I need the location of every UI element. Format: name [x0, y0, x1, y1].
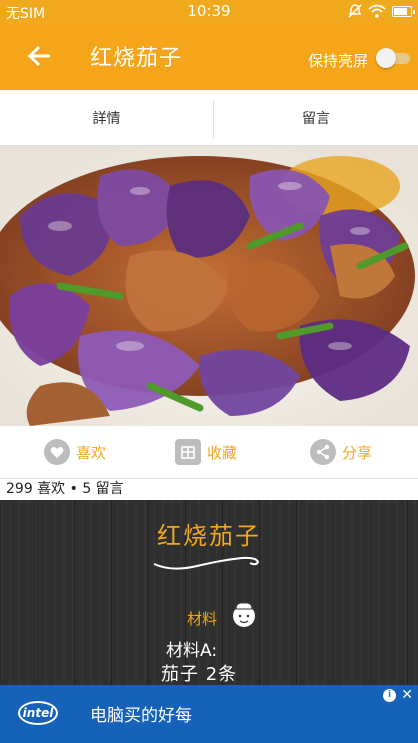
- recipe-section: 红烧茄子 材料 材料A: 茄子 2条: [0, 500, 418, 685]
- keep-screen-toggle[interactable]: [376, 48, 410, 68]
- status-icons: [348, 4, 415, 18]
- like-button[interactable]: 喜欢: [44, 436, 106, 468]
- dish-photo: [0, 146, 418, 426]
- share-label: 分享: [342, 443, 373, 462]
- ad-text: 电脑买的好每: [90, 706, 192, 726]
- mute-icon: [348, 4, 362, 18]
- page-title: 红烧茄子: [90, 46, 183, 71]
- like-label: 喜欢: [76, 443, 107, 462]
- collect-label: 收藏: [207, 443, 238, 462]
- battery-icon: [392, 5, 415, 17]
- flourish-divider: [153, 556, 260, 570]
- recipe-title: 红烧茄子: [157, 522, 261, 550]
- app-bar: 红烧茄子 保持亮屏: [0, 24, 418, 90]
- tab-comments[interactable]: 留言: [214, 90, 418, 146]
- intel-logo: intel: [18, 701, 58, 725]
- collect-box-icon: [175, 439, 201, 465]
- ad-info-icon[interactable]: i: [383, 689, 396, 702]
- ad-banner[interactable]: intel 电脑买的好每 i ✕: [0, 685, 418, 743]
- close-icon[interactable]: ✕: [401, 687, 413, 703]
- ingredient-line: 茄子 2条: [161, 664, 238, 685]
- share-button[interactable]: 分享: [310, 436, 372, 468]
- tab-details[interactable]: 詳情: [0, 90, 213, 146]
- keep-screen-label: 保持亮屏: [307, 52, 368, 70]
- action-row: 喜欢 收藏 分享: [0, 426, 418, 478]
- tab-bar: 詳情 留言: [0, 90, 418, 231]
- chef-icon: [233, 602, 255, 627]
- materials-a-label: 材料A:: [166, 641, 218, 661]
- back-arrow-icon[interactable]: [22, 38, 58, 74]
- wifi-icon: [368, 4, 386, 18]
- likes-comments-count: 299 喜欢 • 5 留言: [0, 478, 418, 500]
- collect-button[interactable]: 收藏: [175, 436, 237, 468]
- share-icon: [310, 439, 336, 465]
- toggle-knob: [376, 48, 396, 68]
- status-bar: 无SIM 10:39: [0, 0, 418, 24]
- heart-icon: [44, 439, 70, 465]
- materials-heading: 材料: [187, 610, 218, 628]
